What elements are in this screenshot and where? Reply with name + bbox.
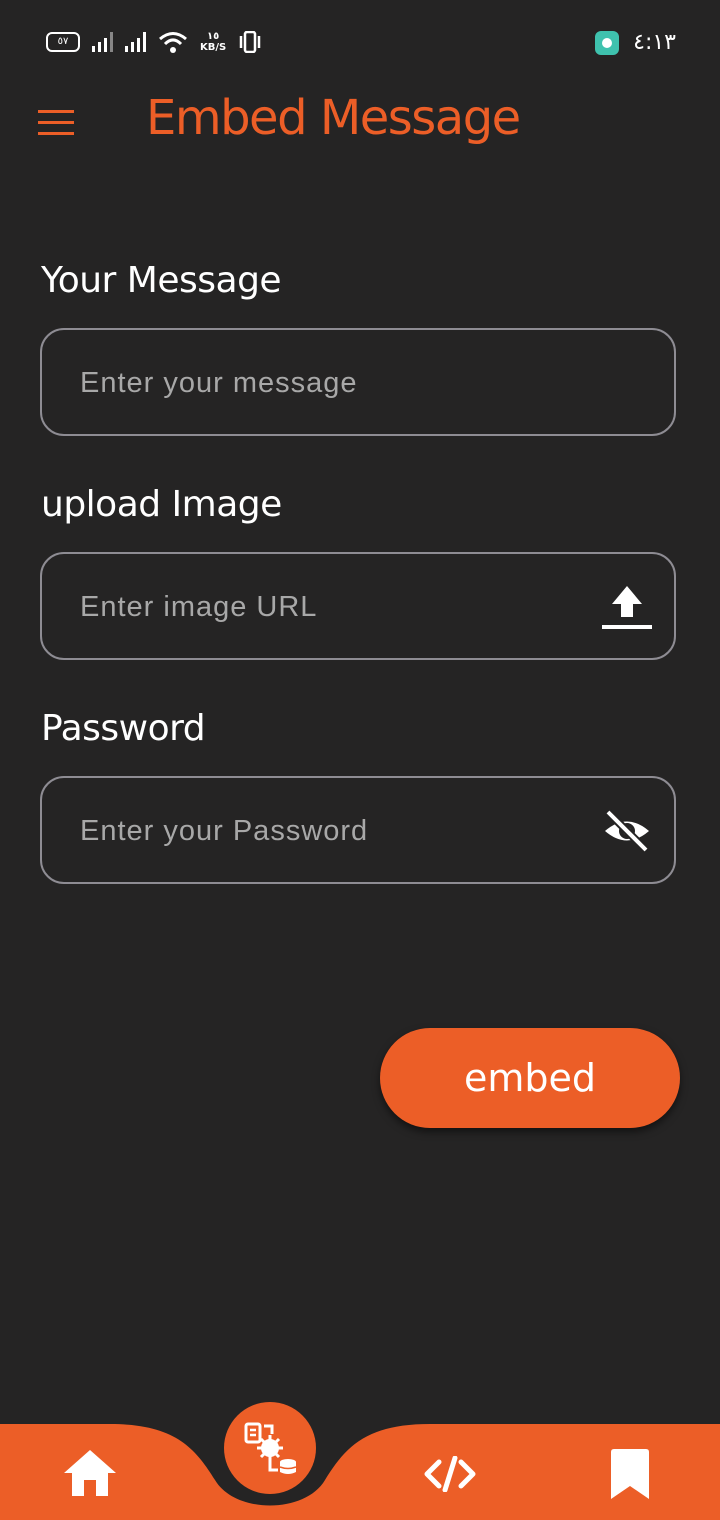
network-speed: ١٥ KB/S bbox=[200, 31, 226, 53]
status-bar: ٥٧ ١٥ KB/S ٤:١٣ bbox=[0, 0, 720, 88]
app-bar: Embed Message bbox=[0, 88, 720, 152]
network-speed-unit: KB/S bbox=[200, 42, 227, 53]
signal-icon-2 bbox=[125, 32, 146, 52]
home-icon[interactable] bbox=[62, 1448, 118, 1498]
message-label: Your Message bbox=[41, 260, 282, 301]
bottom-nav bbox=[0, 1400, 720, 1520]
steganography-tools-button[interactable] bbox=[224, 1402, 316, 1494]
status-icons-left: ٥٧ ١٥ KB/S bbox=[46, 30, 262, 54]
battery-level: ٥٧ bbox=[57, 36, 69, 47]
password-label: Password bbox=[41, 708, 206, 749]
wifi-icon bbox=[159, 32, 187, 53]
battery-icon: ٥٧ bbox=[46, 32, 80, 52]
hamburger-menu-icon[interactable] bbox=[38, 106, 76, 136]
image-url-field[interactable] bbox=[40, 552, 676, 660]
embed-button[interactable]: embed bbox=[380, 1028, 680, 1128]
password-input[interactable] bbox=[78, 778, 602, 884]
status-time: ٤:١٣ bbox=[633, 30, 676, 55]
bookmark-icon[interactable] bbox=[608, 1448, 652, 1500]
code-icon[interactable] bbox=[424, 1456, 476, 1492]
visibility-off-icon[interactable] bbox=[602, 808, 652, 854]
app-notification-icon bbox=[595, 30, 620, 55]
network-speed-value: ١٥ bbox=[207, 31, 220, 42]
vibrate-icon bbox=[239, 31, 261, 53]
password-field[interactable] bbox=[40, 776, 676, 884]
message-input[interactable] bbox=[78, 330, 602, 436]
steganography-tools-icon bbox=[244, 1422, 297, 1474]
image-url-input[interactable] bbox=[78, 554, 602, 660]
message-field[interactable] bbox=[40, 328, 676, 436]
page-title: Embed Message bbox=[146, 90, 521, 146]
image-label: upload Image bbox=[41, 484, 282, 525]
status-icons-right: ٤:١٣ bbox=[595, 30, 676, 55]
upload-icon[interactable] bbox=[602, 584, 652, 630]
signal-icon bbox=[92, 32, 113, 52]
